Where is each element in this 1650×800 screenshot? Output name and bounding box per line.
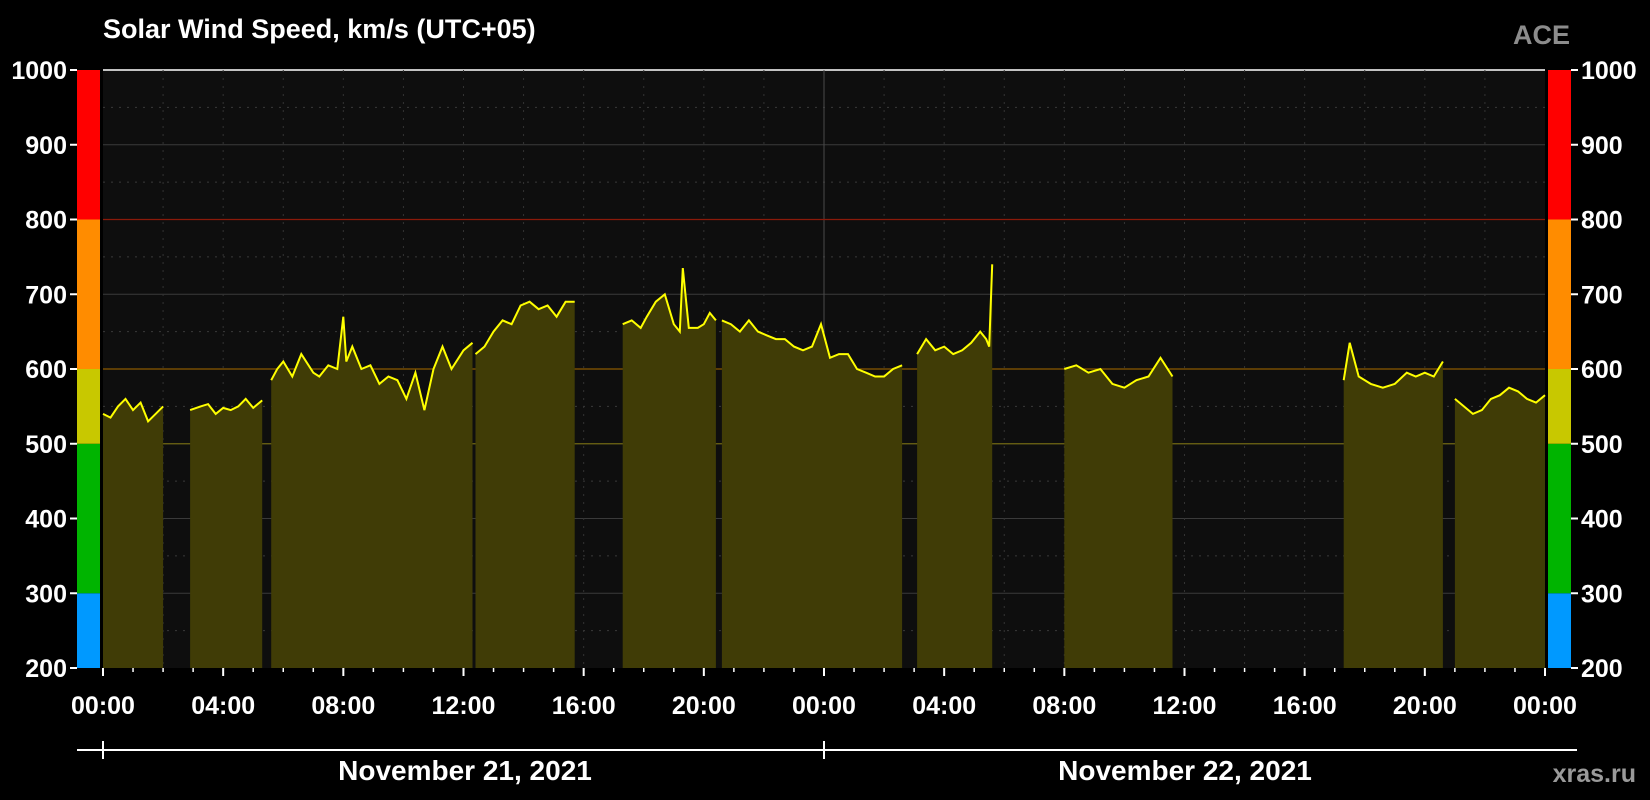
- speed-area: [622, 268, 716, 668]
- scale-band-left: [77, 369, 100, 444]
- x-tick-label: 00:00: [71, 692, 135, 720]
- x-tick-label: 12:00: [1153, 692, 1217, 720]
- y-tick-label-left: 400: [25, 506, 67, 534]
- scale-band-right: [1548, 443, 1571, 594]
- x-tick-label: 04:00: [912, 692, 976, 720]
- speed-area: [190, 398, 263, 668]
- x-tick-label: 16:00: [1273, 692, 1337, 720]
- speed-area: [1343, 342, 1443, 668]
- y-tick-label-left: 900: [25, 132, 67, 160]
- y-tick-label-right: 1000: [1581, 57, 1637, 85]
- scale-band-right: [1548, 369, 1571, 444]
- scale-band-right: [1548, 70, 1571, 220]
- scale-band-right: [1548, 593, 1571, 668]
- solar-wind-speed-chart: Solar Wind Speed, km/s (UTC+05) ACE 200 2…: [0, 0, 1650, 800]
- speed-area: [103, 398, 164, 668]
- x-tick-label: 00:00: [1513, 692, 1577, 720]
- speed-area: [1454, 387, 1545, 668]
- x-tick-label: 08:00: [1032, 692, 1096, 720]
- chart-title: Solar Wind Speed, km/s (UTC+05): [103, 14, 536, 44]
- y-tick-label-right: 300: [1581, 580, 1623, 608]
- x-tick-label: 20:00: [1393, 692, 1457, 720]
- x-tick-label: 04:00: [191, 692, 255, 720]
- y-tick-label-left: 600: [25, 356, 67, 384]
- scale-band-left: [77, 70, 100, 220]
- y-tick-label-right: 500: [1581, 431, 1623, 459]
- scale-band-left: [77, 593, 100, 668]
- scale-band-left: [77, 219, 100, 369]
- y-tick-label-right: 600: [1581, 356, 1623, 384]
- date-label: November 22, 2021: [1058, 755, 1312, 786]
- source-label: ACE: [1513, 20, 1570, 50]
- y-tick-label-right: 400: [1581, 506, 1623, 534]
- y-tick-label-right: 900: [1581, 132, 1623, 160]
- y-tick-label-left: 1000: [11, 57, 67, 85]
- y-tick-label-right: 200: [1581, 655, 1623, 683]
- scale-band-right: [1548, 219, 1571, 369]
- y-tick-label-left: 700: [25, 281, 67, 309]
- x-tick-label: 16:00: [552, 692, 616, 720]
- date-label: November 21, 2021: [338, 755, 592, 786]
- y-tick-label-right: 800: [1581, 207, 1623, 235]
- site-credit: xras.ru: [1553, 760, 1636, 788]
- scale-band-left: [77, 443, 100, 594]
- y-tick-label-left: 300: [25, 580, 67, 608]
- x-tick-label: 00:00: [792, 692, 856, 720]
- speed-area: [1064, 357, 1173, 668]
- x-tick-label: 20:00: [672, 692, 736, 720]
- x-tick-label: 08:00: [311, 692, 375, 720]
- y-tick-label-left: 200: [25, 655, 67, 683]
- y-tick-label-left: 500: [25, 431, 67, 459]
- x-tick-label: 12:00: [432, 692, 496, 720]
- speed-area: [475, 301, 575, 668]
- y-tick-label-right: 700: [1581, 281, 1623, 309]
- y-tick-label-left: 800: [25, 207, 67, 235]
